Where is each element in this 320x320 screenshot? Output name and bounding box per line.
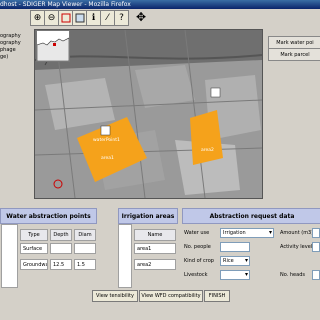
irrigation-areas-header: Irrigation areas [118, 208, 178, 224]
column-header-diam: Diam [74, 229, 96, 241]
window-titlebar: dhost - SDIGER Map Viewer - Mozilla Fire… [0, 0, 320, 9]
window-title: dhost - SDIGER Map Viewer - Mozilla Fire… [0, 1, 131, 8]
column-header-depth: Depth [50, 229, 72, 241]
full-extent-icon[interactable] [72, 10, 87, 26]
table-cell-diam[interactable] [74, 243, 96, 254]
table-cell-diam[interactable]: 1.5 [74, 259, 96, 270]
activity-level-label: Activity level [280, 244, 313, 250]
overview-canvas [37, 31, 69, 61]
layer-item[interactable]: phage [0, 47, 16, 53]
mark-parcel-button[interactable]: Mark parcel [268, 48, 320, 61]
water-use-label: Water use [184, 230, 210, 236]
water-use-select[interactable]: Irrigation [220, 228, 274, 238]
identify-icon[interactable]: ℹ [86, 10, 101, 26]
overview-map[interactable] [36, 30, 70, 62]
area-label: area1 [101, 156, 114, 161]
help-icon[interactable]: ? [114, 10, 129, 26]
overview-extent-box [53, 43, 56, 46]
amount-field[interactable] [312, 228, 320, 238]
column-header-name: Name [134, 229, 176, 241]
abstraction-request-header: Abstraction request data [182, 208, 320, 224]
table-cell-type[interactable]: Surface [20, 243, 48, 254]
zoom-box-glyph [61, 13, 70, 23]
zoom-out-icon[interactable]: ⊖ [44, 10, 59, 26]
view-wfd-compatibility-button[interactable]: View WFD compatibility [139, 290, 203, 302]
water-points-index-column [1, 224, 18, 288]
activity-level-field[interactable] [312, 242, 320, 252]
layer-item[interactable]: ography [0, 40, 21, 46]
livestock-label: Livestock [184, 272, 208, 278]
table-cell-depth[interactable] [50, 243, 72, 254]
full-extent-glyph [75, 13, 84, 23]
amount-label: Amount (m3) [280, 230, 314, 236]
no-people-label: No. people [184, 244, 211, 250]
table-cell-depth[interactable]: 12.5 [50, 259, 72, 270]
table-cell-name[interactable]: area2 [134, 259, 176, 270]
no-people-field[interactable] [220, 242, 250, 252]
pan-icon[interactable]: ✥ [134, 8, 148, 26]
area-label: area2 [201, 148, 214, 153]
irrigation-index-column [118, 224, 132, 288]
water-points-header: Water abstraction points [0, 208, 97, 224]
no-heads-field[interactable] [312, 270, 320, 280]
measure-icon[interactable]: ⁄ [100, 10, 115, 26]
water-point-marker-2[interactable] [210, 87, 221, 98]
zoom-box-icon[interactable] [58, 10, 73, 26]
layer-item[interactable]: ography [0, 33, 21, 39]
zoom-in-icon[interactable]: ⊕ [30, 10, 45, 26]
column-header-type: Type [20, 229, 48, 241]
livestock-select[interactable] [220, 270, 250, 280]
table-cell-type[interactable]: Groundwater [20, 259, 48, 270]
water-point-label: waterPoint1 [93, 138, 120, 143]
kind-of-crop-select[interactable]: Rice [220, 256, 250, 266]
view-tensibility-button[interactable]: View tensibility [92, 290, 138, 302]
layer-item[interactable]: ge) [0, 54, 8, 60]
table-cell-name[interactable]: area1 [134, 243, 176, 254]
kind-of-crop-label: Kind of crop [184, 258, 214, 264]
water-point-marker-1[interactable] [100, 125, 111, 136]
finish-button[interactable]: FINISH [204, 290, 230, 302]
no-heads-label: No. heads [280, 272, 305, 278]
